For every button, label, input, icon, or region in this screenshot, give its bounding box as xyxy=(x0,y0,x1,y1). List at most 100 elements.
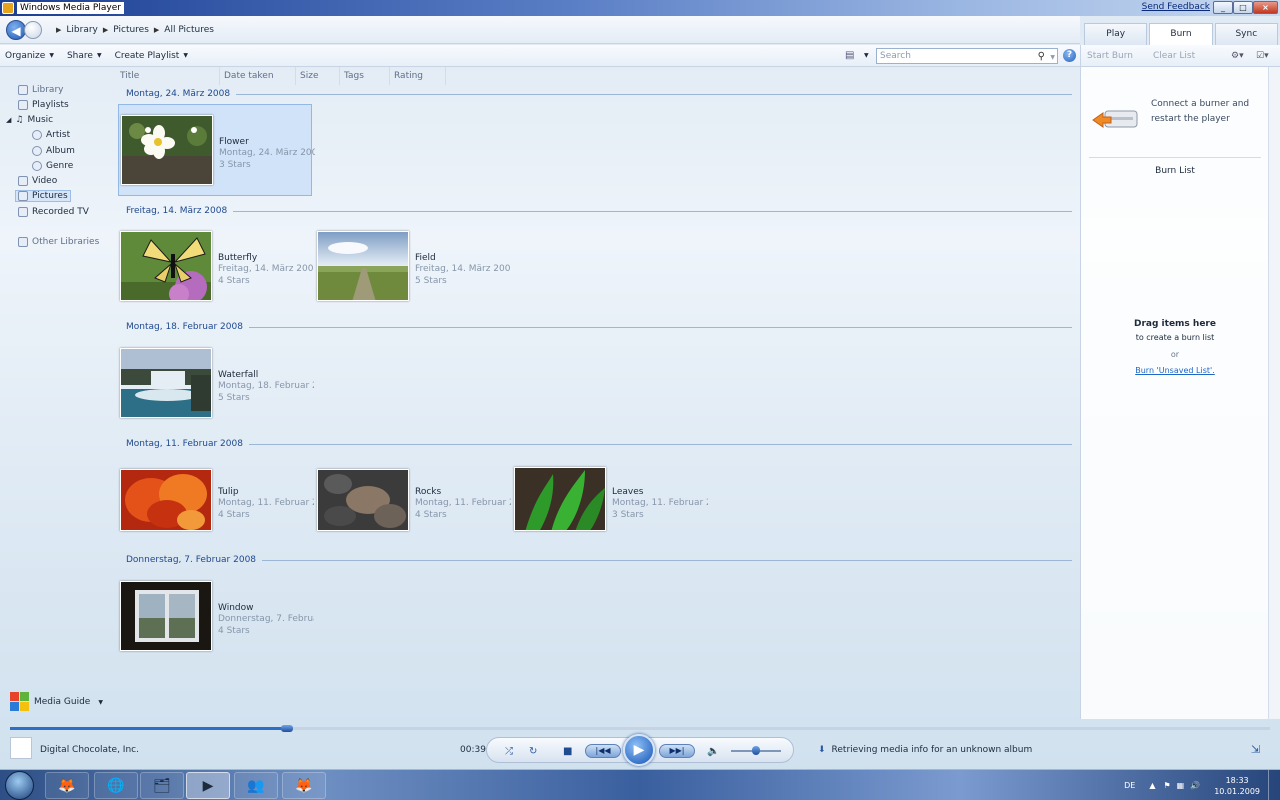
group-header[interactable]: Freitag, 14. März 2008 xyxy=(126,206,1072,216)
column-tags[interactable]: Tags xyxy=(340,67,390,85)
media-player-taskbar-icon[interactable]: ▶ xyxy=(186,772,230,799)
playlist-icon xyxy=(18,100,28,110)
burn-unsaved-list-link[interactable]: Burn 'Unsaved List'. xyxy=(1081,366,1269,375)
elapsed-time: 00:39 xyxy=(460,745,486,755)
nav-album[interactable]: Album xyxy=(32,146,75,156)
group-header[interactable]: Donnerstag, 7. Februar 2008 xyxy=(126,555,1072,565)
previous-button[interactable]: |◀◀ xyxy=(585,744,621,758)
nav-other-libraries[interactable]: Other Libraries xyxy=(18,237,99,247)
picture-tile[interactable]: Flower Montag, 24. März 2008 3 Stars xyxy=(118,104,315,196)
maximize-button[interactable]: □ xyxy=(1233,1,1253,14)
breadcrumb-pictures[interactable]: Pictures xyxy=(113,25,149,35)
help-icon[interactable]: ? xyxy=(1063,49,1076,62)
tab-sync[interactable]: Sync xyxy=(1214,23,1278,45)
view-options-icon[interactable]: ▤ xyxy=(845,50,854,61)
picture-tile[interactable]: Waterfall Montag, 18. Februar 2... 5 Sta… xyxy=(118,338,314,430)
tile-rating: 4 Stars xyxy=(218,276,250,286)
breadcrumb-library[interactable]: Library xyxy=(66,25,97,35)
create-playlist-menu[interactable]: Create Playlist ▼ xyxy=(115,51,188,61)
speaker-icon[interactable]: 🔊 xyxy=(1190,781,1200,790)
tab-play[interactable]: Play xyxy=(1084,23,1148,45)
picture-tile[interactable]: Tulip Montag, 11. Februar 2... 4 Stars xyxy=(118,455,314,547)
ie-taskbar-icon[interactable]: 🌐 xyxy=(94,772,138,799)
media-guide-button[interactable]: Media Guide ▼ xyxy=(10,692,103,712)
tile-rating: 4 Stars xyxy=(415,510,447,520)
column-date-taken[interactable]: Date taken xyxy=(220,67,296,85)
chevron-right-icon[interactable]: ▶ xyxy=(154,26,159,34)
shuffle-icon[interactable]: ⤮ xyxy=(505,746,513,757)
caret-down-icon[interactable]: ▼ xyxy=(98,699,103,706)
show-hidden-icons[interactable]: ▲ xyxy=(1149,781,1155,790)
tile-date: Montag, 11. Februar 2... xyxy=(415,498,511,508)
firefox-taskbar-icon[interactable]: 🦊 xyxy=(45,772,89,799)
seek-progress xyxy=(10,727,288,730)
clock[interactable]: 18:33 10.01.2009 xyxy=(1214,775,1260,797)
search-icon[interactable]: ⚲ xyxy=(1038,50,1045,64)
share-menu[interactable]: Share ▼ xyxy=(67,51,102,61)
start-button[interactable] xyxy=(5,771,34,800)
volume-slider[interactable] xyxy=(731,746,781,755)
firefox-window-taskbar-icon[interactable]: 🦊 xyxy=(282,772,326,799)
system-tray: DE ▲ ⚑ ▦ 🔊 18:33 10.01.2009 xyxy=(1124,770,1280,800)
search-input[interactable]: Search ⚲ ▼ xyxy=(876,48,1058,64)
start-burn-button[interactable]: Start Burn xyxy=(1087,51,1133,61)
seek-bar[interactable] xyxy=(10,725,1270,732)
expand-triangle-icon[interactable]: ◢ xyxy=(6,116,11,124)
picture-tile[interactable]: Butterfly Freitag, 14. März 2008 4 Stars xyxy=(118,221,314,313)
group-header[interactable]: Montag, 11. Februar 2008 xyxy=(126,439,1072,449)
nav-pictures[interactable]: Pictures xyxy=(15,190,71,202)
network-icon[interactable]: ▦ xyxy=(1177,781,1185,790)
column-size[interactable]: Size xyxy=(296,67,340,85)
picture-tile[interactable]: Window Donnerstag, 7. Februa... 4 Stars xyxy=(118,571,314,663)
back-button[interactable]: ◀ xyxy=(6,19,26,40)
show-desktop-button[interactable] xyxy=(1268,770,1280,800)
title-bar[interactable]: Windows Media Player Send Feedback _ □ × xyxy=(0,0,1280,16)
next-button[interactable]: ▶▶| xyxy=(659,744,695,758)
chevron-right-icon[interactable]: ▶ xyxy=(103,26,108,34)
caret-down-icon: ▼ xyxy=(49,52,54,59)
volume-icon[interactable]: 🔈 xyxy=(707,746,719,757)
repeat-icon[interactable]: ↻ xyxy=(529,746,537,757)
send-feedback-link[interactable]: Send Feedback xyxy=(1142,2,1210,12)
thumbnail-leaves xyxy=(514,467,606,531)
caret-down-icon[interactable]: ▼ xyxy=(1050,51,1055,65)
nav-video[interactable]: Video xyxy=(18,176,57,186)
disc-burner-icon xyxy=(1092,110,1138,128)
nav-music[interactable]: ◢ ♫ Music xyxy=(6,115,53,125)
picture-tile[interactable]: Field Freitag, 14. März 2008 5 Stars xyxy=(315,221,511,313)
nav-library[interactable]: Library xyxy=(18,85,63,95)
list-options-icon[interactable]: ☑▾ xyxy=(1256,51,1269,61)
volume-thumb[interactable] xyxy=(752,746,760,755)
language-indicator[interactable]: DE xyxy=(1124,781,1135,790)
nav-artist[interactable]: Artist xyxy=(32,130,70,140)
address-bar: ◀ ▶ Library ▶ Pictures ▶ All Pictures xyxy=(0,16,1080,44)
nav-playlists[interactable]: Playlists xyxy=(18,100,69,110)
clear-list-button[interactable]: Clear List xyxy=(1153,51,1195,61)
group-header[interactable]: Montag, 24. März 2008 xyxy=(126,89,1072,99)
switch-to-now-playing-icon[interactable]: ⇲ xyxy=(1251,743,1260,756)
close-button[interactable]: × xyxy=(1253,1,1278,14)
breadcrumb-all-pictures[interactable]: All Pictures xyxy=(164,25,214,35)
caret-down-icon[interactable]: ▼ xyxy=(864,52,869,59)
play-button[interactable]: ▶ xyxy=(623,734,655,766)
column-title[interactable]: Title xyxy=(116,67,220,85)
messenger-taskbar-icon[interactable]: 👥 xyxy=(234,772,278,799)
minimize-button[interactable]: _ xyxy=(1213,1,1233,14)
stop-icon[interactable]: ■ xyxy=(563,746,572,757)
nav-genre[interactable]: Genre xyxy=(32,161,73,171)
album-art[interactable] xyxy=(10,737,32,759)
tab-burn[interactable]: Burn xyxy=(1149,23,1213,45)
forward-button[interactable] xyxy=(24,20,42,39)
picture-tile[interactable]: Rocks Montag, 11. Februar 2... 4 Stars xyxy=(315,455,511,547)
burn-toolbar: Start Burn Clear List ⚙▾ ☑▾ xyxy=(1080,45,1280,67)
picture-tile[interactable]: Leaves Montag, 11. Februar 2... 3 Stars xyxy=(512,455,708,547)
flag-icon[interactable]: ⚑ xyxy=(1163,781,1170,790)
burn-options-icon[interactable]: ⚙▾ xyxy=(1231,51,1244,61)
group-header[interactable]: Montag, 18. Februar 2008 xyxy=(126,322,1072,332)
tile-rating: 5 Stars xyxy=(415,276,447,286)
burn-pane-scrollbar[interactable] xyxy=(1268,67,1280,719)
nav-recorded-tv[interactable]: Recorded TV xyxy=(18,207,89,217)
column-rating[interactable]: Rating xyxy=(390,67,446,85)
organize-menu[interactable]: Organize ▼ xyxy=(5,51,54,61)
explorer-taskbar-icon[interactable]: 🗂 xyxy=(140,772,184,799)
